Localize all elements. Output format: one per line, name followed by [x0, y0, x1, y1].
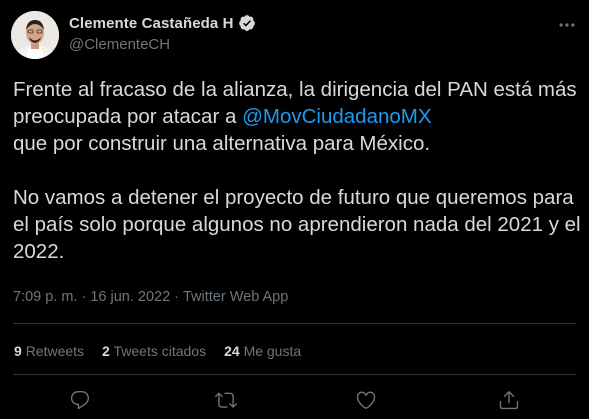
tweet-paragraph-2: No vamos a detener el proyecto de futuro…	[13, 186, 581, 263]
tweet-meta: 7:09 p. m. · 16 jun. 2022 · Twitter Web App	[13, 289, 288, 305]
tweet-text: Frente al fracaso de la alianza, la diri…	[13, 76, 583, 265]
retweets-count: 9	[14, 343, 22, 359]
divider	[13, 323, 576, 324]
quotes-stat[interactable]: 2 Tweets citados	[102, 343, 206, 359]
tweet-date[interactable]: 16 jun. 2022	[90, 289, 170, 305]
author-handle[interactable]: @ClementeCH	[69, 36, 170, 53]
meta-separator: ·	[81, 289, 87, 305]
reply-icon[interactable]	[68, 388, 92, 412]
tweet-stats: 9 Retweets 2 Tweets citados 24 Me gusta	[14, 343, 319, 359]
heart-icon[interactable]	[354, 388, 378, 412]
author-name-row[interactable]: Clemente Castañeda H	[69, 14, 256, 32]
mention-link[interactable]: @MovCiudadanoMX	[242, 105, 431, 128]
divider	[13, 374, 576, 375]
avatar[interactable]	[11, 11, 59, 59]
tweet-actions	[0, 388, 589, 412]
tweet-source[interactable]: Twitter Web App	[183, 289, 288, 305]
retweets-stat[interactable]: 9 Retweets	[14, 343, 84, 359]
tweet-paragraph-1: Frente al fracaso de la alianza, la diri…	[13, 76, 583, 157]
quotes-label: Tweets citados	[113, 343, 207, 359]
likes-stat[interactable]: 24 Me gusta	[224, 343, 301, 359]
verified-badge-icon	[238, 14, 256, 32]
tweet-card: Clemente Castañeda H @ClementeCH Frente …	[0, 0, 589, 419]
more-dots-icon[interactable]	[556, 14, 578, 36]
quotes-count: 2	[102, 343, 110, 359]
tweet-time[interactable]: 7:09 p. m.	[13, 289, 77, 305]
likes-label: Me gusta	[243, 343, 302, 359]
likes-count: 24	[224, 343, 240, 359]
share-icon[interactable]	[497, 388, 521, 412]
retweet-icon[interactable]	[214, 388, 238, 412]
meta-separator: ·	[174, 289, 179, 305]
retweets-label: Retweets	[25, 343, 85, 359]
tweet-text-segment: que por construir una alternativa para M…	[13, 132, 431, 155]
author-display-name[interactable]: Clemente Castañeda H	[69, 15, 234, 32]
